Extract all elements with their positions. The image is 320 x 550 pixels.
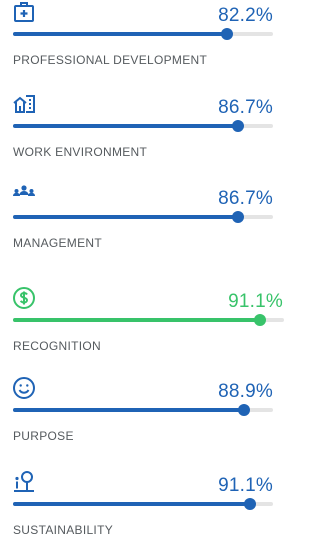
metric-label: SUSTAINABILITY [13, 523, 114, 537]
progress-bar [13, 28, 273, 40]
home-building-icon [12, 92, 36, 116]
metric-label: PURPOSE [13, 429, 74, 443]
progress-knob [253, 314, 266, 326]
progress-knob [232, 120, 245, 132]
progress-fill [13, 408, 245, 412]
progress-fill [13, 32, 227, 36]
metric-recognition: 91.1% RECOGNITION [0, 286, 299, 366]
progress-knob [220, 28, 233, 40]
metric-value: 86.7% [218, 188, 273, 209]
metric-purpose: 88.9% PURPOSE [0, 376, 299, 456]
metric-work-environment: 86.7% WORK ENVIRONMENT [0, 92, 299, 172]
metric-value: 86.7% [218, 97, 273, 118]
metric-value: 91.1% [218, 475, 273, 496]
metric-value: 88.9% [218, 381, 273, 402]
metric-label: RECOGNITION [13, 339, 101, 353]
progress-fill [13, 502, 250, 506]
metric-sustainability: 91.1% SUSTAINABILITY [0, 470, 299, 550]
progress-fill [13, 215, 239, 219]
smiley-icon [12, 376, 36, 400]
medical-kit-icon [12, 0, 36, 24]
metric-management: 86.7% MANAGEMENT [0, 183, 299, 263]
progress-bar [13, 404, 273, 416]
progress-knob [232, 211, 245, 223]
metric-label: PROFESSIONAL DEVELOPMENT [13, 53, 208, 67]
progress-fill [13, 124, 239, 128]
progress-bar [13, 314, 284, 326]
metric-label: MANAGEMENT [13, 236, 103, 250]
metric-label: WORK ENVIRONMENT [13, 145, 148, 159]
progress-fill [13, 318, 260, 322]
team-icon [12, 183, 36, 207]
metric-value: 82.2% [218, 5, 273, 26]
progress-bar [13, 120, 273, 132]
progress-bar [13, 498, 273, 510]
metric-value: 91.1% [228, 291, 283, 312]
progress-bar [13, 211, 273, 223]
progress-knob [243, 498, 256, 510]
metric-professional-development: 82.2% PROFESSIONAL DEVELOPMENT [0, 0, 299, 80]
dollar-circle-icon [12, 286, 36, 310]
progress-knob [238, 404, 251, 416]
sustainability-person-icon [12, 470, 36, 494]
